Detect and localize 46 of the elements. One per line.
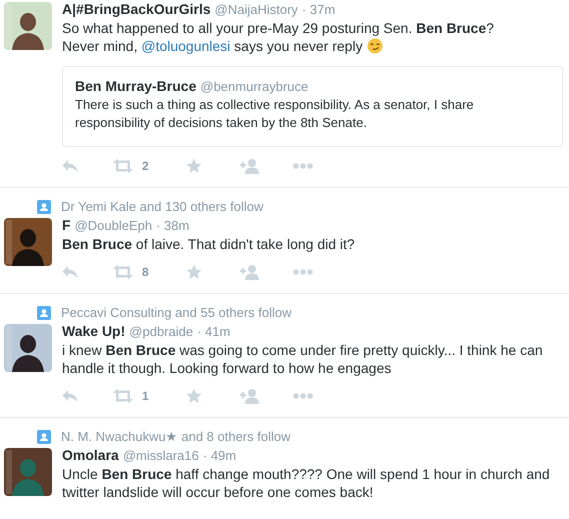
add-user-icon[interactable] (240, 388, 260, 404)
context-text: Dr Yemi Kale and 130 others follow (61, 199, 264, 214)
context-text: Peccavi Consulting and 55 others follow (61, 305, 292, 320)
reply-icon[interactable] (62, 265, 78, 279)
user-name[interactable]: A|#BringBackOurGirls (62, 0, 211, 18)
reply-icon[interactable] (62, 389, 78, 403)
star-icon[interactable] (186, 264, 202, 280)
quoted-tweet-text: There is such a thing as collective responsibility. As a senator, I share responsibility of decisions taken by the 8th Senate. (75, 96, 475, 132)
user-name[interactable]: Omolara (62, 446, 119, 464)
follow-context-icon (37, 200, 51, 214)
star-icon[interactable] (186, 388, 202, 404)
retweet-icon[interactable] (113, 159, 133, 173)
tweet-time[interactable]: · 41m (197, 323, 230, 341)
user-handle[interactable]: @NaijaHistory (214, 1, 298, 19)
retweet-icon[interactable] (113, 265, 133, 279)
follow-context-icon (37, 430, 51, 444)
star-icon[interactable] (186, 158, 202, 174)
more-icon[interactable] (293, 163, 313, 169)
quoted-user-name: Ben Murray-Bruce (75, 77, 196, 95)
user-handle[interactable]: @DoubleEph (74, 217, 152, 235)
tweet-time[interactable]: · 38m (156, 217, 190, 235)
user-handle[interactable]: @pdbraide (129, 323, 194, 341)
tweet-text: Ben Bruce of laive. That didn't take long did it? (62, 235, 356, 253)
retweet-count: 8 (142, 265, 149, 279)
user-name[interactable]: Wake Up! (62, 322, 126, 340)
quoted-user-handle: @benmurraybruce (200, 78, 308, 96)
follow-context-icon (37, 306, 51, 320)
tweet-text: Uncle Ben Bruce haff change mouth???? One will spend 1 hour in church and twitter landslide will occur before one comes back! (62, 465, 551, 501)
tweet-time[interactable]: · 37m (302, 1, 336, 19)
add-user-icon[interactable] (240, 158, 260, 174)
mention-link[interactable]: @toluogunlesi (141, 38, 230, 54)
tweet-time[interactable]: · 49m (202, 447, 236, 465)
quoted-tweet[interactable]: Ben Murray-Bruce @benmurraybruce There is such a thing as collective responsibility. As a senator, I share responsibility of decisions taken by the 8th Senate. (62, 66, 563, 147)
more-icon[interactable] (293, 269, 313, 275)
user-handle[interactable]: @misslara16 (122, 447, 199, 465)
retweet-icon[interactable] (113, 389, 133, 403)
add-user-icon[interactable] (240, 264, 260, 280)
tweet-text: i knew Ben Bruce was going to come under fire pretty quickly... I think he can handle it though. Looking forward to how he engages (62, 341, 544, 377)
reply-icon[interactable] (62, 159, 78, 173)
smirk-emoji-icon (366, 38, 383, 54)
context-text: N. M. Nwachukwu★ and 8 others follow (61, 429, 290, 444)
retweet-count: 1 (142, 389, 149, 403)
retweet-count: 2 (142, 159, 149, 173)
tweet-text: So what happened to all your pre-May 29 posturing Sen. Ben Bruce? Never mind, @toluogunlesi says you never reply (62, 19, 495, 55)
more-icon[interactable] (293, 393, 313, 399)
user-name[interactable]: F (62, 216, 71, 234)
